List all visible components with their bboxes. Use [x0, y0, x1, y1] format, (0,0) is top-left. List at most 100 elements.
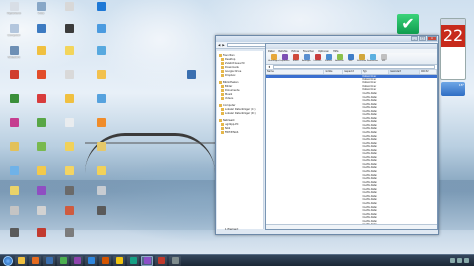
close-button[interactable]: ×	[427, 36, 437, 41]
desktop-icon[interactable]	[58, 94, 80, 114]
menu-item[interactable]: Optionen	[318, 50, 329, 53]
desktop-icon[interactable]	[30, 94, 52, 114]
desktop-icon[interactable]	[30, 24, 52, 44]
desktop-icon[interactable]	[3, 228, 25, 248]
explorer-window[interactable]: _ □ × ◀ ▶ Favoriten Desktop Zuletzt besuch…	[215, 35, 439, 235]
archive-file-table: Name Größe Gepackt Typ Geändert CRC32 .. Datei…	[266, 70, 438, 230]
taskbar-button-chrome[interactable]	[57, 255, 69, 266]
desktop-icon[interactable]	[30, 228, 52, 248]
desktop-icon[interactable]	[58, 2, 80, 22]
desktop-app-icon	[96, 70, 106, 79]
taskbar-button-winrar[interactable]	[141, 255, 153, 266]
start-button[interactable]	[3, 255, 13, 266]
desktop-icon[interactable]	[58, 206, 80, 226]
menu-item[interactable]: Favoriten	[303, 50, 314, 53]
taskbar-button-app6[interactable]	[85, 255, 97, 266]
taskbar-button-app7[interactable]	[99, 255, 111, 266]
taskbar-button-explorer[interactable]	[15, 255, 27, 266]
desktop-icon[interactable]	[180, 70, 202, 90]
maximize-button[interactable]: □	[419, 36, 426, 41]
back-arrow-icon[interactable]: ◀	[218, 43, 220, 47]
desktop-icon[interactable]	[58, 186, 80, 206]
toolbar-button[interactable]: Suchen	[324, 54, 333, 64]
desktop-app-icon	[64, 166, 74, 175]
taskbar-button-app11[interactable]	[155, 255, 167, 266]
desktop-icon[interactable]	[30, 142, 52, 162]
minimize-button[interactable]: _	[411, 36, 418, 41]
taskbar-button-media[interactable]	[43, 255, 55, 266]
winrar-window[interactable]: Datei Befehle Extras Favoriten Optionen Hilfe…	[265, 43, 438, 230]
desktop-icon[interactable]	[30, 70, 52, 90]
desktop-icon[interactable]	[58, 46, 80, 66]
desktop-icon[interactable]	[90, 186, 112, 206]
menu-item[interactable]: Datei	[268, 50, 274, 53]
desktop-app-icon	[9, 94, 19, 103]
sidebar-item[interactable]: Lokaler Datenträger (C:)	[219, 107, 261, 111]
taskbar-button-app5[interactable]	[71, 255, 83, 266]
desktop-icon[interactable]	[30, 206, 52, 226]
desktop-icon[interactable]	[3, 166, 25, 186]
desktop-icon[interactable]: Netzwerk	[3, 46, 25, 66]
calendar-gadget[interactable]: 22	[440, 18, 466, 80]
desktop-icon[interactable]	[58, 24, 80, 44]
volume-icon[interactable]	[457, 258, 462, 263]
desktop-icon[interactable]	[3, 94, 25, 114]
taskbar-button-app9[interactable]	[127, 255, 139, 266]
desktop-icon[interactable]: Papierkorb	[3, 2, 25, 22]
desktop-icon[interactable]	[3, 186, 25, 206]
toolbar-button[interactable]: Assistent	[335, 54, 344, 64]
taskbar-button-app8[interactable]	[113, 255, 125, 266]
toolbar-button[interactable]: Hinzufügen	[268, 54, 279, 64]
desktop-icon[interactable]	[3, 70, 25, 90]
desktop-icon[interactable]	[90, 118, 112, 138]
sidebar-item[interactable]: Lokaler Datenträger (D:)	[219, 111, 261, 115]
taskbar-button-app12[interactable]	[169, 255, 181, 266]
desktop-icon[interactable]	[90, 24, 112, 44]
desktop-icon[interactable]	[90, 206, 112, 226]
toolbar-button[interactable]: SFX	[379, 54, 388, 64]
weather-gadget[interactable]: 18°	[441, 82, 465, 96]
desktop-icon[interactable]	[90, 166, 112, 186]
toolbar-button[interactable]: Löschen	[313, 54, 322, 64]
sidebar-item[interactable]: FRITZ!NAS	[219, 130, 261, 134]
desktop-icon[interactable]: Computer	[3, 24, 25, 44]
forward-arrow-icon[interactable]: ▶	[222, 43, 224, 47]
sidebar-item-label: Desktop	[225, 57, 236, 61]
desktop-icon[interactable]	[58, 166, 80, 186]
winrar-path-field[interactable]	[272, 65, 435, 69]
desktop-icon[interactable]: Vista	[30, 2, 52, 22]
toolbar-button[interactable]: Kommentar	[367, 54, 378, 64]
toolbar-button[interactable]: Virenscan	[357, 54, 366, 64]
weather-temperature: 18°	[458, 83, 464, 87]
toolbar-button[interactable]: Anzeigen	[302, 54, 311, 64]
toolbar-label: Suchen	[325, 60, 332, 62]
checkmark-gadget-icon[interactable]: ✔	[397, 14, 419, 34]
toolbar-button[interactable]: Entpacken	[280, 54, 289, 64]
desktop-icon[interactable]	[58, 118, 80, 138]
toolbar-button[interactable]: Testen	[291, 54, 300, 64]
desktop-icon[interactable]	[30, 46, 52, 66]
desktop-icon[interactable]	[3, 118, 25, 138]
desktop-icon[interactable]	[3, 142, 25, 162]
desktop-icon[interactable]	[3, 206, 25, 226]
desktop-icon[interactable]	[90, 70, 112, 90]
desktop-icon[interactable]	[90, 142, 112, 162]
sidebar-item-label: Lokaler Datenträger (C:)	[225, 107, 256, 111]
menu-item[interactable]: Befehle	[278, 50, 287, 53]
toolbar-button[interactable]: Info	[346, 54, 355, 64]
desktop-icon[interactable]	[58, 142, 80, 162]
menu-item[interactable]: Hilfe	[333, 50, 338, 53]
desktop-icon[interactable]	[58, 70, 80, 90]
desktop-icon[interactable]	[30, 166, 52, 186]
desktop-icon[interactable]	[90, 94, 112, 114]
tray-icon[interactable]	[450, 258, 455, 263]
desktop-icon[interactable]	[90, 2, 112, 22]
desktop-icon[interactable]	[58, 228, 80, 248]
desktop-icon[interactable]	[90, 46, 112, 66]
taskbar-button-firefox[interactable]	[29, 255, 41, 266]
desktop-icon[interactable]	[30, 186, 52, 206]
up-folder-icon[interactable]: ⬆	[268, 65, 271, 69]
desktop-icon[interactable]	[30, 118, 52, 138]
menu-item[interactable]: Extras	[291, 50, 299, 53]
network-icon[interactable]	[464, 258, 469, 263]
